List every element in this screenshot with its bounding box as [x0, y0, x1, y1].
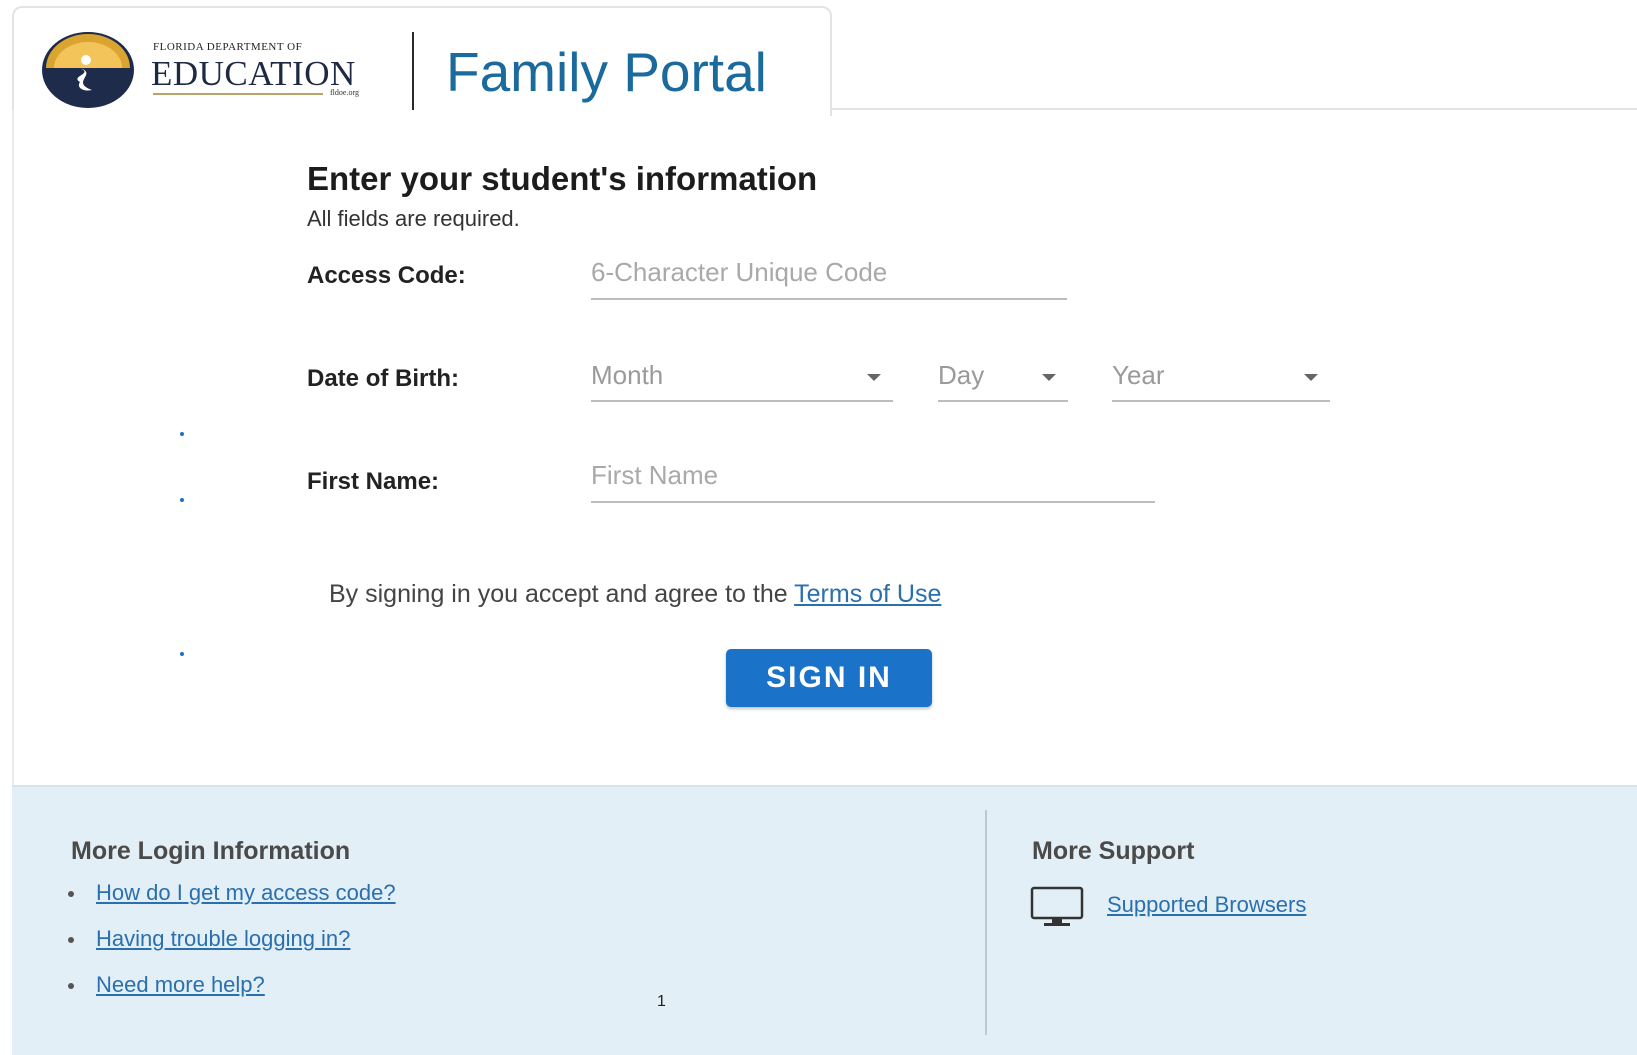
- logo-large-text: EDUCATION: [151, 54, 356, 93]
- decorative-dot: [180, 498, 184, 502]
- logo-url-text: fldoe.org: [330, 88, 359, 97]
- sign-in-button[interactable]: SIGN IN: [726, 649, 932, 707]
- login-info-heading: More Login Information: [71, 837, 351, 865]
- terms-text: By signing in you accept and agree to th…: [329, 580, 795, 608]
- month-select-label: Month: [591, 360, 664, 390]
- logo-rule: [153, 93, 323, 95]
- decorative-dot: [180, 652, 184, 656]
- first-name-input[interactable]: [591, 459, 1155, 503]
- logo-divider: [412, 32, 414, 110]
- access-code-label: Access Code:: [307, 262, 466, 289]
- year-select-label: Year: [1112, 360, 1165, 390]
- list-item: Need more help?: [66, 972, 396, 1018]
- chevron-down-icon: [867, 374, 881, 381]
- terms-of-use-link[interactable]: Terms of Use: [794, 580, 941, 608]
- fldoe-seal-logo: [42, 32, 134, 108]
- supported-browsers-link[interactable]: Supported Browsers: [1107, 892, 1306, 918]
- list-item: Having trouble logging in?: [66, 926, 396, 972]
- form-subheading: All fields are required.: [307, 206, 520, 231]
- day-select-label: Day: [938, 360, 985, 390]
- page-title: Family Portal: [446, 41, 767, 103]
- monitor-icon: [1030, 886, 1084, 926]
- year-select[interactable]: Year: [1112, 356, 1330, 402]
- support-heading: More Support: [1032, 837, 1195, 865]
- chevron-down-icon: [1304, 374, 1318, 381]
- access-code-help-link[interactable]: How do I get my access code?: [96, 880, 396, 905]
- list-item: How do I get my access code?: [66, 880, 396, 926]
- page-edge: [12, 110, 14, 785]
- more-help-link[interactable]: Need more help?: [96, 972, 265, 997]
- month-select[interactable]: Month: [591, 356, 893, 402]
- day-select[interactable]: Day: [938, 356, 1068, 402]
- bullet: [68, 983, 74, 989]
- first-name-label: First Name:: [307, 468, 440, 495]
- bullet: [68, 891, 74, 897]
- header-rule: [832, 108, 1637, 110]
- login-trouble-link[interactable]: Having trouble logging in?: [96, 926, 350, 951]
- chevron-down-icon: [1042, 374, 1056, 381]
- form-heading: Enter your student's information: [307, 160, 818, 197]
- footer-divider: [985, 810, 987, 1035]
- page-number: 1: [657, 993, 666, 1010]
- login-info-list: How do I get my access code? Having trou…: [66, 880, 396, 1018]
- date-of-birth-label: Date of Birth:: [307, 365, 459, 392]
- terms-notice: By signing in you accept and agree to th…: [329, 580, 941, 609]
- access-code-input[interactable]: [591, 256, 1067, 300]
- logo-small-text: FLORIDA DEPARTMENT OF: [153, 41, 303, 53]
- decorative-dot: [180, 432, 184, 436]
- bullet: [68, 937, 74, 943]
